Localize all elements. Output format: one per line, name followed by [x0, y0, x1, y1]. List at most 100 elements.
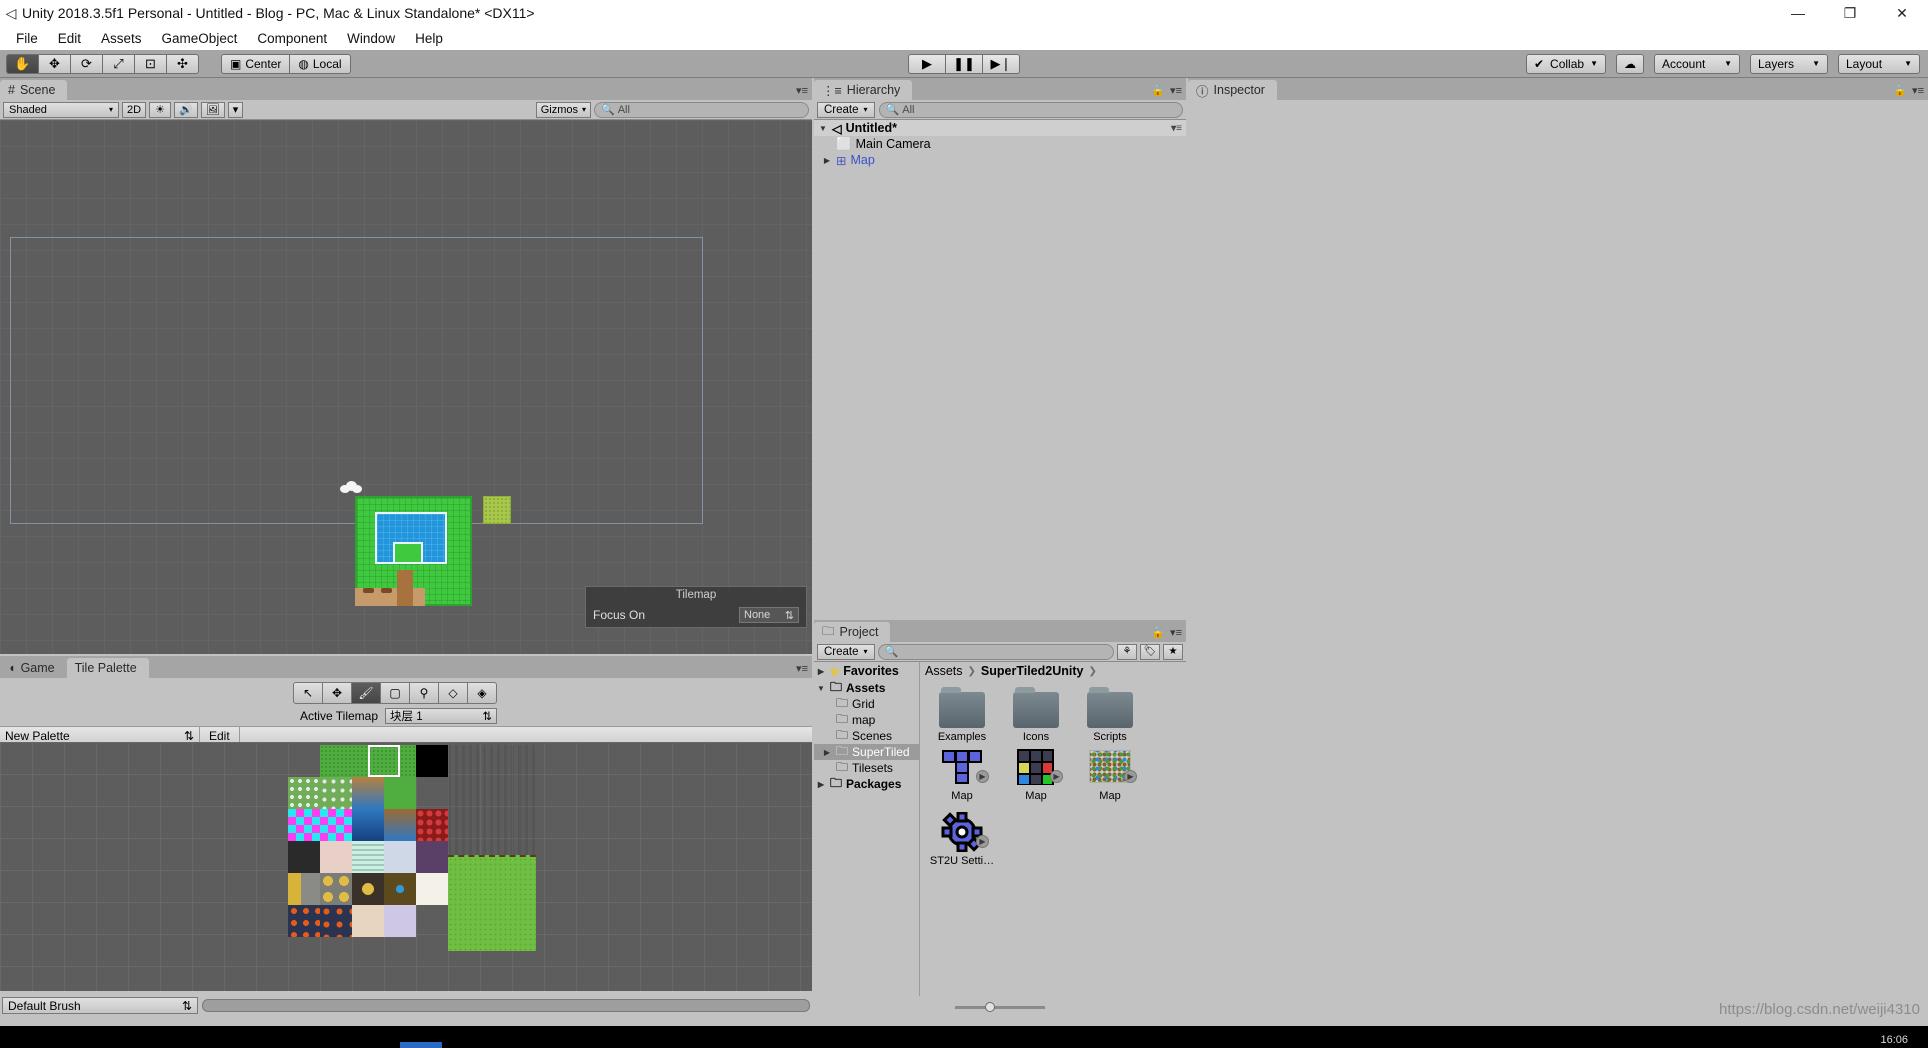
asset-item[interactable]: ▶ Map	[930, 747, 994, 802]
focus-on-dropdown[interactable]: None ⇅	[739, 607, 799, 623]
minimize-button[interactable]: —	[1772, 0, 1824, 26]
expand-asset-icon[interactable]: ▶	[1050, 770, 1063, 783]
palette-tile[interactable]	[416, 873, 448, 905]
hierarchy-item-main-camera[interactable]: ⬜ Main Camera	[814, 136, 1186, 152]
hierarchy-item-map[interactable]: ▶ ⊞ Map	[814, 152, 1186, 168]
menu-gameobject[interactable]: GameObject	[152, 29, 248, 48]
palette-canvas[interactable]	[0, 742, 812, 991]
lock-icon[interactable]: 🔒	[1151, 84, 1165, 97]
project-tree-item-assets[interactable]: ▼ 🗀 Assets	[814, 680, 919, 696]
palette-tile[interactable]	[352, 777, 384, 809]
palette-tile[interactable]	[288, 841, 320, 873]
draw-mode-dropdown[interactable]: Shaded ▾	[3, 101, 119, 118]
expand-asset-icon[interactable]: ▶	[976, 770, 989, 783]
tab-game[interactable]: ◖ Game	[0, 658, 67, 678]
chevron-down-icon[interactable]: ▼	[818, 124, 828, 133]
menu-assets[interactable]: Assets	[91, 29, 152, 48]
tab-project[interactable]: 🗀 Project	[814, 622, 891, 642]
options-icon[interactable]: ▾≡	[1170, 84, 1182, 97]
select-tool-icon[interactable]: ↖	[293, 682, 323, 704]
tab-inspector[interactable]: ⓘ Inspector	[1188, 80, 1277, 100]
project-tree-item-map[interactable]: 🗀 map	[814, 712, 919, 728]
palette-horizontal-scrollbar[interactable]	[202, 999, 810, 1012]
palette-tile[interactable]	[384, 873, 416, 905]
pause-button[interactable]: ❚❚	[945, 53, 983, 74]
close-button[interactable]: ✕	[1876, 0, 1928, 26]
collab-button[interactable]: ✔ Collab ▼	[1525, 53, 1606, 74]
maximize-button[interactable]: ❐	[1824, 0, 1876, 26]
type-filter-icon[interactable]: ⚘	[1117, 643, 1137, 660]
palette-tile[interactable]	[320, 777, 352, 809]
project-create-button[interactable]: Create ▾	[817, 643, 875, 660]
palette-tile-large[interactable]	[448, 745, 536, 855]
asset-item[interactable]: ▶ ST2U Setti…	[930, 811, 994, 867]
project-tree-item-scenes[interactable]: 🗀 Scenes	[814, 728, 919, 744]
palette-tile[interactable]	[288, 777, 320, 809]
taskbar-active-app-indicator[interactable]	[400, 1042, 442, 1048]
active-tilemap-dropdown[interactable]: 块层 1 ⇅	[385, 708, 497, 724]
layout-dropdown[interactable]: Layout ▼	[1838, 53, 1920, 74]
tab-hierarchy[interactable]: ⋮≡ Hierarchy	[814, 80, 913, 100]
toggle-2d-button[interactable]: 2D	[122, 101, 147, 118]
menu-edit[interactable]: Edit	[48, 29, 91, 48]
menu-help[interactable]: Help	[405, 29, 453, 48]
space-toggle[interactable]: ◍ Local	[289, 53, 351, 74]
scene-search-input[interactable]: 🔍 All	[594, 101, 809, 118]
layers-dropdown[interactable]: Layers ▼	[1750, 53, 1828, 74]
palette-tile[interactable]	[352, 809, 384, 841]
gizmos-dropdown[interactable]: Gizmos ▾	[535, 101, 591, 118]
expand-asset-icon[interactable]: ▶	[976, 835, 989, 848]
picker-tool-icon[interactable]: ⚲	[409, 682, 439, 704]
pivot-toggle[interactable]: ▣ Center	[221, 53, 291, 74]
asset-item[interactable]: Scripts	[1078, 687, 1142, 743]
asset-item[interactable]: Icons	[1004, 687, 1068, 743]
thumbnail-zoom-slider[interactable]	[955, 1001, 1045, 1012]
account-dropdown[interactable]: Account ▼	[1654, 53, 1740, 74]
paint-brush-tool-icon[interactable]: 🖌	[351, 682, 381, 704]
rotate-tool-icon[interactable]: ⟳	[70, 53, 103, 74]
project-tree-item-supertiled[interactable]: ▶ 🗀 SuperTiled	[814, 744, 919, 760]
palette-tile[interactable]	[384, 777, 416, 809]
breadcrumb-supertiled2unity[interactable]: SuperTiled2Unity	[981, 664, 1084, 678]
scene-viewport[interactable]: Tilemap Focus On None ⇅	[0, 120, 812, 654]
move-tool-icon[interactable]: ✥	[322, 682, 352, 704]
speaker-icon[interactable]: 🔊	[174, 101, 198, 118]
palette-tile[interactable]	[352, 905, 384, 937]
star-icon[interactable]: ★	[1163, 643, 1183, 660]
palette-tile[interactable]	[320, 905, 352, 937]
menu-window[interactable]: Window	[337, 29, 405, 48]
image-icon[interactable]: 🖼	[200, 101, 225, 118]
tab-tile-palette[interactable]: Tile Palette	[66, 658, 149, 678]
brush-dropdown[interactable]: Default Brush ⇅	[2, 997, 198, 1014]
zoom-slider-knob[interactable]	[985, 1001, 995, 1012]
palette-tile[interactable]	[384, 841, 416, 873]
chevron-down-icon[interactable]: ▼	[816, 684, 826, 693]
hierarchy-create-button[interactable]: Create ▾	[817, 101, 875, 118]
palette-tile[interactable]	[320, 745, 352, 777]
palette-tile[interactable]	[384, 809, 416, 841]
transform-tool-icon[interactable]: ✣	[166, 53, 199, 74]
options-icon[interactable]: ▾≡	[1912, 84, 1924, 97]
menu-component[interactable]: Component	[247, 29, 337, 48]
scene-options-icon[interactable]: ▾≡	[1171, 123, 1182, 134]
rect-tool-icon[interactable]: ⊡	[134, 53, 167, 74]
lighting-icon[interactable]: ☀	[149, 101, 172, 118]
move-tool-icon[interactable]: ✥	[38, 53, 71, 74]
scene-panel-menu[interactable]: ▾≡	[796, 84, 808, 97]
chevron-right-icon[interactable]: ▶	[816, 780, 826, 789]
lock-icon[interactable]: 🔒	[1893, 84, 1907, 97]
palette-tile[interactable]	[320, 809, 352, 841]
palette-tile-large[interactable]	[448, 855, 536, 951]
play-button[interactable]: ▶	[908, 53, 946, 74]
palette-tile[interactable]	[320, 873, 352, 905]
project-search-input[interactable]: 🔍	[877, 643, 1114, 660]
scale-tool-icon[interactable]: ⤢	[102, 53, 135, 74]
project-tree-item-packages[interactable]: ▶ 🗀 Packages	[814, 776, 919, 792]
chevron-right-icon[interactable]: ▶	[822, 156, 832, 165]
palette-tile[interactable]	[416, 745, 448, 777]
palette-tile[interactable]	[320, 841, 352, 873]
label-filter-icon[interactable]: 🏷	[1140, 643, 1160, 660]
tab-scene[interactable]: # Scene	[0, 80, 68, 100]
eraser-tool-icon[interactable]: ◇	[438, 682, 468, 704]
fill-tool-icon[interactable]: ◈	[467, 682, 497, 704]
